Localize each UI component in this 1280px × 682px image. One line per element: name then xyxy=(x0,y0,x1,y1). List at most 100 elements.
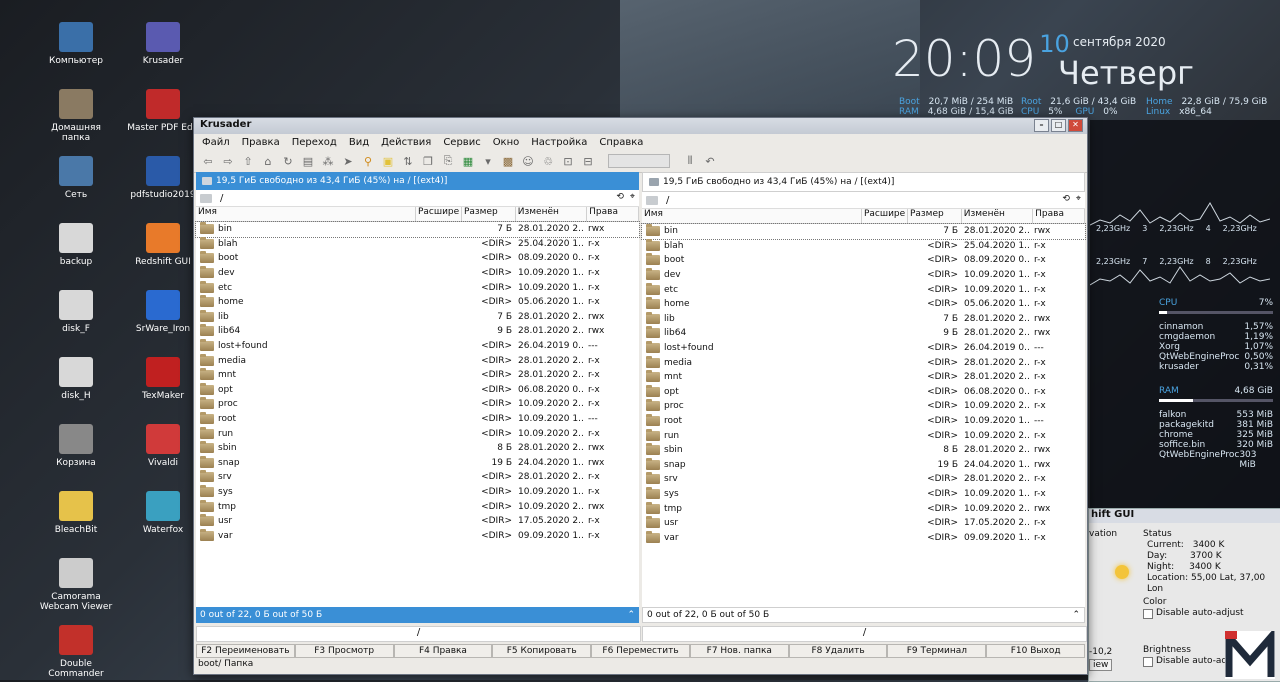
file-row[interactable]: home <DIR> 05.06.2020 1... r-x xyxy=(642,297,1085,312)
function-key-button[interactable]: F3 Просмотр xyxy=(294,644,394,658)
desktop-icon[interactable]: Waterfox xyxy=(123,491,203,535)
right-command-line[interactable]: / xyxy=(642,626,1087,642)
file-row[interactable]: srv <DIR> 28.01.2020 2... r-x xyxy=(642,472,1085,487)
file-row[interactable]: boot <DIR> 08.09.2020 0... r-x xyxy=(196,251,639,266)
disable-auto-checkbox[interactable] xyxy=(1143,608,1153,619)
screen-icon[interactable]: ▦ xyxy=(460,153,476,169)
undo-icon[interactable]: ↶ xyxy=(702,153,718,169)
file-row[interactable]: sys <DIR> 10.09.2020 1... r-x xyxy=(196,484,639,500)
col-name[interactable]: Имя xyxy=(196,207,416,221)
redshift-window[interactable]: hift GUI vation Status Current: 3400 K D… xyxy=(1088,508,1280,682)
file-row[interactable]: sbin 8 Б 28.01.2020 2... rwx xyxy=(642,443,1085,458)
file-row[interactable]: root <DIR> 10.09.2020 1... --- xyxy=(196,412,639,427)
desktop-icon[interactable]: Camorama Webcam Viewer xyxy=(36,558,116,612)
desktop-icon[interactable]: Корзина xyxy=(36,424,116,468)
unmount-icon[interactable]: ⊟ xyxy=(580,153,596,169)
desktop-icon[interactable]: Krusader xyxy=(123,22,203,66)
col-modified[interactable]: Изменён xyxy=(962,209,1034,223)
redshift-titlebar[interactable]: hift GUI xyxy=(1089,509,1280,523)
desktop-icon[interactable]: Компьютер xyxy=(36,22,116,66)
file-row[interactable]: lost+found <DIR> 26.04.2019 0... --- xyxy=(642,341,1085,356)
collapse-icon[interactable]: ⌃ xyxy=(627,610,635,620)
left-command-line[interactable]: / xyxy=(196,626,641,642)
back-icon[interactable]: ⇦ xyxy=(200,153,216,169)
forward-icon[interactable]: ⇨ xyxy=(220,153,236,169)
desktop-icon[interactable]: disk_F xyxy=(36,290,116,334)
file-row[interactable]: root <DIR> 10.09.2020 1... --- xyxy=(642,414,1085,429)
file-row[interactable]: media <DIR> 28.01.2020 2... r-x xyxy=(642,355,1085,370)
menu-item[interactable]: Справка xyxy=(599,137,643,148)
file-row[interactable]: run <DIR> 10.09.2020 2... r-x xyxy=(196,426,639,441)
desktop-icon[interactable]: SrWare_Iron xyxy=(123,290,203,334)
columns-icon[interactable]: ⫴ xyxy=(682,153,698,169)
right-panel[interactable]: 19,5 ГиБ свободно из 43,4 ГиБ (45%) на /… xyxy=(641,172,1086,618)
file-row[interactable]: boot <DIR> 08.09.2020 0... r-x xyxy=(642,253,1085,268)
file-row[interactable]: usr <DIR> 17.05.2020 2... r-x xyxy=(196,514,639,529)
menu-item[interactable]: Сервис xyxy=(443,137,480,148)
col-size[interactable]: Размер xyxy=(462,207,516,221)
col-perms[interactable]: Права xyxy=(587,207,640,221)
mount-icon[interactable]: ⊡ xyxy=(560,153,576,169)
dropdown-icon[interactable]: ▾ xyxy=(480,153,496,169)
desktop-icon[interactable]: backup xyxy=(36,223,116,267)
col-name[interactable]: Имя xyxy=(642,209,862,223)
menu-item[interactable]: Файл xyxy=(202,137,230,148)
desktop-icon[interactable]: Double Commander xyxy=(36,625,116,679)
toolbar-field[interactable] xyxy=(608,154,670,168)
desktop-icon[interactable]: Домашняя папка xyxy=(36,89,116,143)
function-key-button[interactable]: F5 Копировать xyxy=(492,644,592,658)
file-row[interactable]: snap 19 Б 24.04.2020 1... rwx xyxy=(642,457,1085,473)
history-icon[interactable]: ⟲ xyxy=(616,192,624,202)
file-row[interactable]: dev <DIR> 10.09.2020 1... r-x xyxy=(642,268,1085,283)
new-file-icon[interactable]: ▣ xyxy=(380,153,396,169)
file-row[interactable]: lib64 9 Б 28.01.2020 2... rwx xyxy=(196,324,639,339)
file-row[interactable]: run <DIR> 10.09.2020 2... r-x xyxy=(642,428,1085,443)
file-row[interactable]: proc <DIR> 10.09.2020 2... r-x xyxy=(642,399,1085,414)
file-row[interactable]: opt <DIR> 06.08.2020 0... r-x xyxy=(642,384,1085,400)
menu-item[interactable]: Окно xyxy=(493,137,520,148)
terminal-icon[interactable]: ▤ xyxy=(300,153,316,169)
function-key-button[interactable]: F4 Правка xyxy=(393,644,493,658)
desktop-icon[interactable]: TexMaker xyxy=(123,357,203,401)
right-path-bar[interactable]: / ⟲ ⌖ xyxy=(642,192,1085,209)
bookmark-icon[interactable]: ⌖ xyxy=(1076,194,1081,204)
bookmark-icon[interactable]: ⌖ xyxy=(630,192,635,202)
desktop-icon[interactable]: Сеть xyxy=(36,156,116,200)
file-row[interactable]: tmp <DIR> 10.09.2020 2... rwx xyxy=(196,499,639,514)
desktop-icon[interactable]: disk_H xyxy=(36,357,116,401)
function-key-button[interactable]: F9 Терминал xyxy=(887,644,987,658)
menu-item[interactable]: Переход xyxy=(292,137,337,148)
desktop-icon[interactable]: pdfstudio2019 xyxy=(123,156,203,200)
file-row[interactable]: lib64 9 Б 28.01.2020 2... rwx xyxy=(642,326,1085,341)
select-icon[interactable]: ➤ xyxy=(340,153,356,169)
menu-item[interactable]: Правка xyxy=(242,137,280,148)
col-ext[interactable]: Расшире xyxy=(862,209,908,223)
file-row[interactable]: bin 7 Б 28.01.2020 2... rwx xyxy=(195,221,640,238)
col-ext[interactable]: Расшире xyxy=(416,207,462,221)
file-row[interactable]: snap 19 Б 24.04.2020 1... rwx xyxy=(196,455,639,471)
left-panel[interactable]: 19,5 ГиБ свободно из 43,4 ГиБ (45%) на /… xyxy=(195,172,640,618)
move-icon[interactable]: ⎘ xyxy=(440,153,456,169)
file-row[interactable]: media <DIR> 28.01.2020 2... r-x xyxy=(196,353,639,368)
window-titlebar[interactable]: Krusader – □ ✕ xyxy=(194,118,1087,134)
home-icon[interactable]: ⌂ xyxy=(260,153,276,169)
file-row[interactable]: dev <DIR> 10.09.2020 1... r-x xyxy=(196,266,639,281)
function-key-button[interactable]: F8 Удалить xyxy=(788,644,888,658)
desktop-icon[interactable]: Master PDF Edit xyxy=(123,89,203,133)
copy-icon[interactable]: ❐ xyxy=(420,153,436,169)
file-row[interactable]: opt <DIR> 06.08.2020 0... r-x xyxy=(196,382,639,398)
desktop-icon[interactable]: BleachBit xyxy=(36,491,116,535)
file-row[interactable]: etc <DIR> 10.09.2020 1... r-x xyxy=(642,282,1085,297)
left-path-bar[interactable]: / ⟲ ⌖ xyxy=(196,190,639,207)
search-icon[interactable]: ⚲ xyxy=(360,153,376,169)
compare-icon[interactable]: ⁂ xyxy=(320,153,336,169)
col-modified[interactable]: Изменён xyxy=(516,207,588,221)
disk-icon[interactable]: ▩ xyxy=(500,153,516,169)
file-row[interactable]: lost+found <DIR> 26.04.2019 0... --- xyxy=(196,339,639,354)
function-key-button[interactable]: F6 Переместить xyxy=(591,644,690,658)
history-icon[interactable]: ⟲ xyxy=(1062,194,1070,204)
file-row[interactable]: var <DIR> 09.09.2020 1... r-x xyxy=(642,530,1085,545)
file-row[interactable]: usr <DIR> 17.05.2020 2... r-x xyxy=(642,516,1085,531)
trash-icon[interactable]: ♲ xyxy=(540,153,556,169)
minimize-button[interactable]: – xyxy=(1034,119,1049,132)
